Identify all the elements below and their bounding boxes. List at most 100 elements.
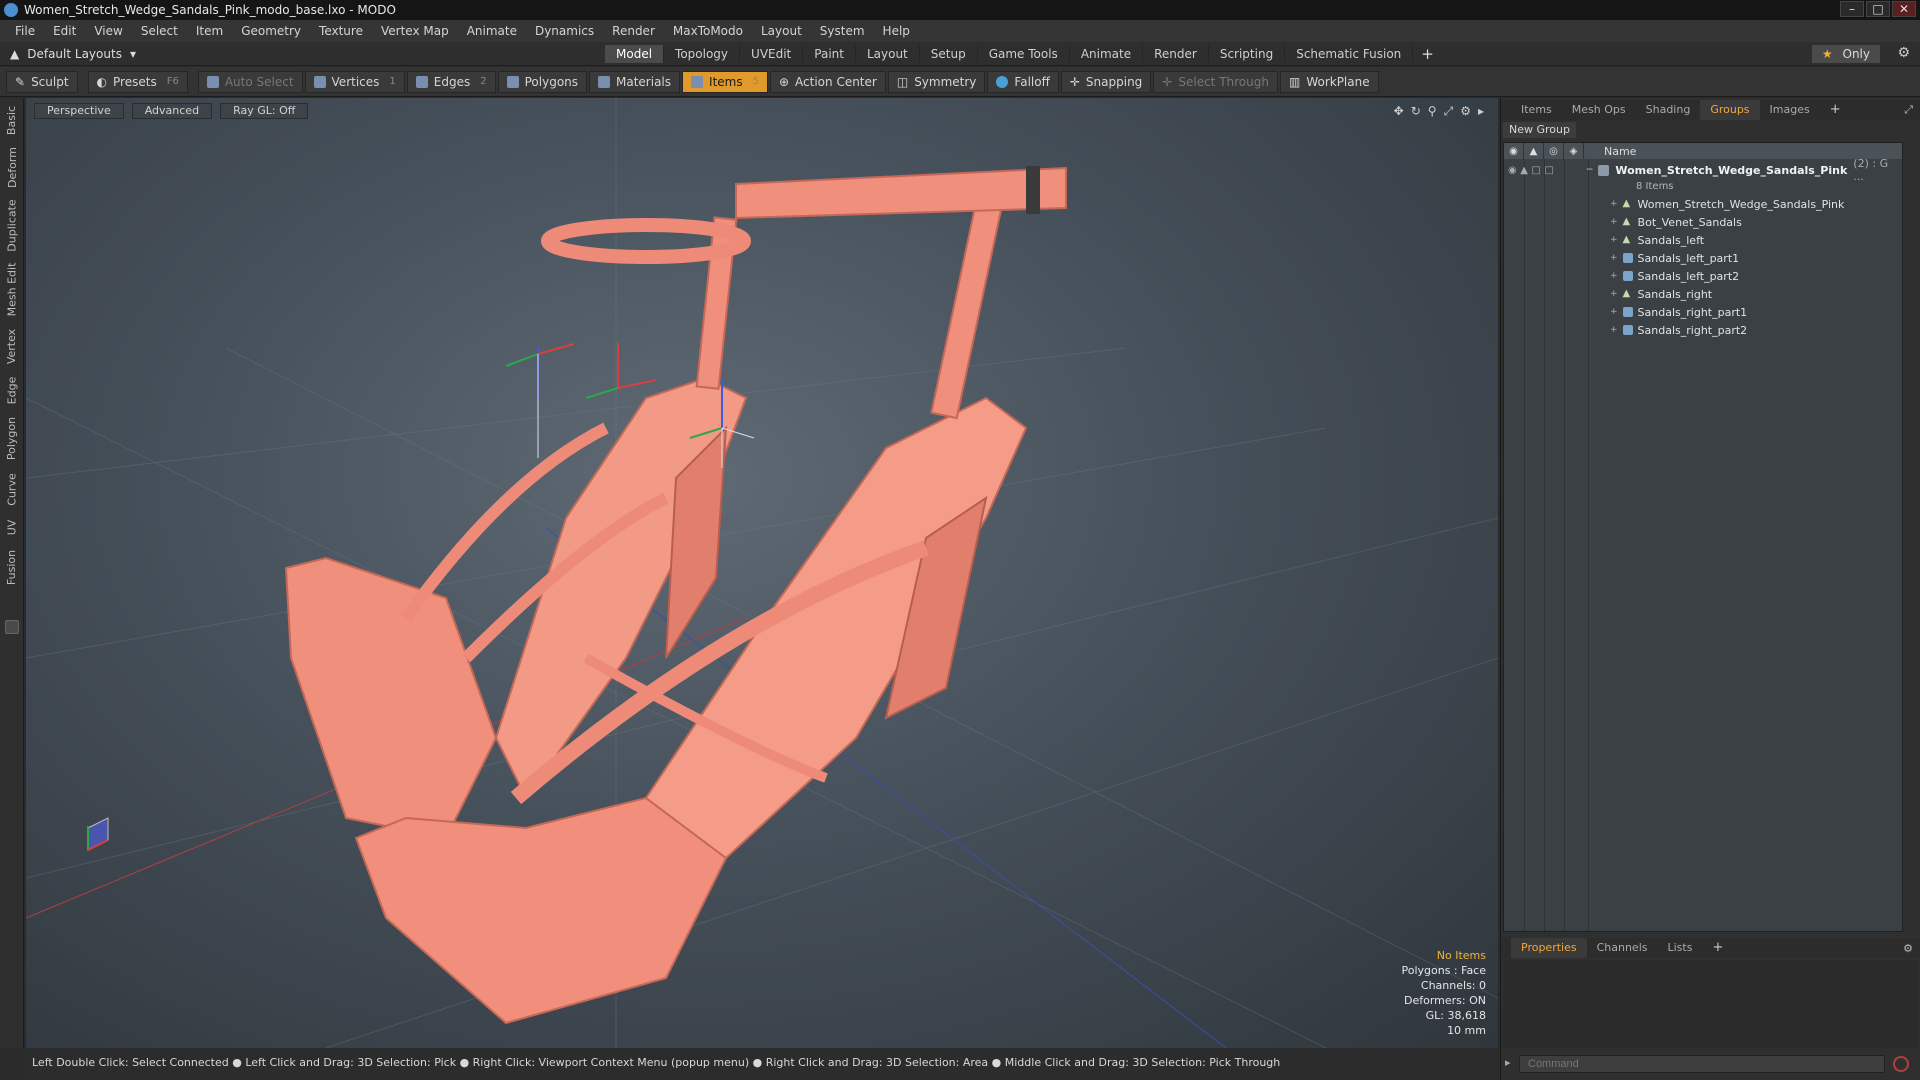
layout-dropdown[interactable]: ▲ Default Layouts ▾ <box>10 45 136 63</box>
tab-lists[interactable]: Lists <box>1658 938 1703 958</box>
action-center-button[interactable]: ⊕ Action Center <box>769 70 886 93</box>
presets-button[interactable]: ◐ Presets F6 <box>87 70 188 93</box>
menu-vertex-map[interactable]: Vertex Map <box>372 20 458 42</box>
list-item[interactable]: + ▲ Women_Stretch_Wedge_Sandals_Pink <box>1610 195 1844 213</box>
add-tab-button[interactable]: + <box>1413 45 1442 63</box>
tab-layout[interactable]: Layout <box>856 45 920 63</box>
perspective-dropdown[interactable]: Perspective <box>34 103 124 119</box>
menu-maxtomodo[interactable]: MaxToModo <box>664 20 752 42</box>
tab-schematic-fusion[interactable]: Schematic Fusion <box>1285 45 1414 63</box>
left-tab-vertex[interactable]: Vertex <box>0 324 24 368</box>
menu-layout[interactable]: Layout <box>752 20 811 42</box>
zoom-icon[interactable]: ⚲ <box>1428 104 1437 119</box>
tab-topology[interactable]: Topology <box>664 45 741 63</box>
menu-render[interactable]: Render <box>603 20 664 42</box>
list-item[interactable]: + ▲ Bot_Venet_Sandals <box>1610 213 1742 231</box>
tab-render[interactable]: Render <box>1143 45 1209 63</box>
menu-file[interactable]: File <box>6 20 44 42</box>
left-tab-basic[interactable]: Basic <box>0 102 24 138</box>
menu-system[interactable]: System <box>811 20 874 42</box>
list-item[interactable]: + ▲ Sandals_right <box>1610 285 1712 303</box>
sandal-left[interactable] <box>284 216 751 840</box>
only-toggle[interactable]: ★ Only <box>1811 45 1880 63</box>
left-panel-toggle-button[interactable] <box>5 620 19 634</box>
tab-mesh-ops[interactable]: Mesh Ops <box>1562 100 1636 120</box>
tab-model[interactable]: Model <box>605 45 665 63</box>
menu-item[interactable]: Item <box>187 20 232 42</box>
tab-channels[interactable]: Channels <box>1587 938 1658 958</box>
list-item[interactable]: + Sandals_right_part2 <box>1610 321 1747 339</box>
menu-help[interactable]: Help <box>874 20 919 42</box>
tab-scripting[interactable]: Scripting <box>1209 45 1286 63</box>
lock-icon[interactable]: ▲ <box>1524 143 1544 159</box>
edges-button[interactable]: Edges 2 <box>406 70 496 93</box>
maximize-button[interactable]: □ <box>1866 1 1890 17</box>
tab-images[interactable]: Images <box>1760 100 1820 120</box>
menu-edit[interactable]: Edit <box>44 20 85 42</box>
eye-icon[interactable]: ◉ <box>1504 143 1524 159</box>
command-stop-icon[interactable] <box>1893 1056 1909 1072</box>
tab-game-tools[interactable]: Game Tools <box>978 45 1070 63</box>
select-through-button[interactable]: ✛ Select Through <box>1153 70 1278 93</box>
left-tab-fusion[interactable]: Fusion <box>0 544 24 590</box>
falloff-button[interactable]: Falloff <box>987 70 1059 93</box>
polygons-button[interactable]: Polygons <box>497 70 588 93</box>
group-visibility-icon[interactable]: ◉ ▲ □ □ <box>1508 165 1586 176</box>
menu-geometry[interactable]: Geometry <box>232 20 310 42</box>
tab-paint[interactable]: Paint <box>803 45 856 63</box>
select-icon[interactable]: ◈ <box>1564 143 1584 159</box>
collapse-icon[interactable]: − <box>1586 165 1594 175</box>
tab-animate[interactable]: Animate <box>1070 45 1144 63</box>
close-button[interactable]: ✕ <box>1892 1 1916 17</box>
minimize-button[interactable]: – <box>1840 1 1864 17</box>
workplane-button[interactable]: ▥ WorkPlane <box>1279 70 1379 93</box>
left-tab-duplicate[interactable]: Duplicate <box>0 196 24 254</box>
left-tab-mesh-edit[interactable]: Mesh Edit <box>0 258 24 320</box>
3d-viewport[interactable]: Perspective Advanced Ray GL: Off ✥ ↻ ⚲ ⤢… <box>26 98 1498 1048</box>
rotate-icon[interactable]: ↻ <box>1411 104 1421 119</box>
add-panel-tab-button[interactable]: + <box>1820 100 1851 120</box>
left-tab-polygon[interactable]: Polygon <box>0 410 24 466</box>
left-tab-edge[interactable]: Edge <box>0 370 24 410</box>
list-item[interactable]: + Sandals_left_part1 <box>1610 249 1739 267</box>
left-tab-uv[interactable]: UV <box>0 512 24 542</box>
auto-select-button[interactable]: Auto Select <box>197 70 303 93</box>
pan-icon[interactable]: ✥ <box>1394 104 1404 119</box>
viewport-expand-icon[interactable]: ▸ <box>1478 104 1484 119</box>
items-button[interactable]: Items 5 <box>682 70 768 93</box>
render-icon[interactable]: ◎ <box>1544 143 1564 159</box>
bottom-panel-gear-icon[interactable]: ⚙ <box>1903 942 1913 955</box>
tab-uvedit[interactable]: UVEdit <box>740 45 804 63</box>
new-group-button[interactable]: New Group <box>1503 122 1576 138</box>
list-item[interactable]: + Sandals_right_part1 <box>1610 303 1747 321</box>
menu-view[interactable]: View <box>85 20 131 42</box>
snapping-button[interactable]: ✛ Snapping <box>1060 70 1152 93</box>
menu-dynamics[interactable]: Dynamics <box>526 20 603 42</box>
tab-shading[interactable]: Shading <box>1636 100 1701 120</box>
menu-select[interactable]: Select <box>132 20 187 42</box>
group-row[interactable]: ◉ ▲ □ □ − Women_Stretch_Wedge_Sandals_Pi… <box>1508 157 1902 183</box>
symmetry-button[interactable]: ◫ Symmetry <box>887 70 986 93</box>
left-tab-deform[interactable]: Deform <box>0 144 24 190</box>
vertices-button[interactable]: Vertices 1 <box>304 70 405 93</box>
materials-button[interactable]: Materials <box>589 70 681 93</box>
panel-expand-icon[interactable]: ⤢ <box>1904 103 1913 117</box>
list-item[interactable]: + ▲ Sandals_left <box>1610 231 1704 249</box>
fit-icon[interactable]: ⤢ <box>1444 104 1454 119</box>
list-item[interactable]: + Sandals_left_part2 <box>1610 267 1739 285</box>
ray-gl-toggle[interactable]: Ray GL: Off <box>220 103 309 119</box>
add-bottom-tab-button[interactable]: + <box>1702 938 1733 958</box>
tab-setup[interactable]: Setup <box>920 45 978 63</box>
sandals-3d-scene[interactable] <box>26 98 1498 1048</box>
gear-icon[interactable]: ⚙ <box>1897 45 1910 61</box>
menu-animate[interactable]: Animate <box>458 20 526 42</box>
tab-properties[interactable]: Properties <box>1511 938 1587 958</box>
tab-items[interactable]: Items <box>1511 100 1562 120</box>
advanced-dropdown[interactable]: Advanced <box>131 103 213 119</box>
sculpt-button[interactable]: ✎ Sculpt <box>6 70 78 93</box>
viewport-gear-icon[interactable]: ⚙ <box>1460 104 1471 119</box>
tab-groups[interactable]: Groups <box>1700 100 1760 120</box>
command-input[interactable] <box>1519 1055 1885 1073</box>
left-tab-curve[interactable]: Curve <box>0 468 24 510</box>
menu-texture[interactable]: Texture <box>310 20 372 42</box>
